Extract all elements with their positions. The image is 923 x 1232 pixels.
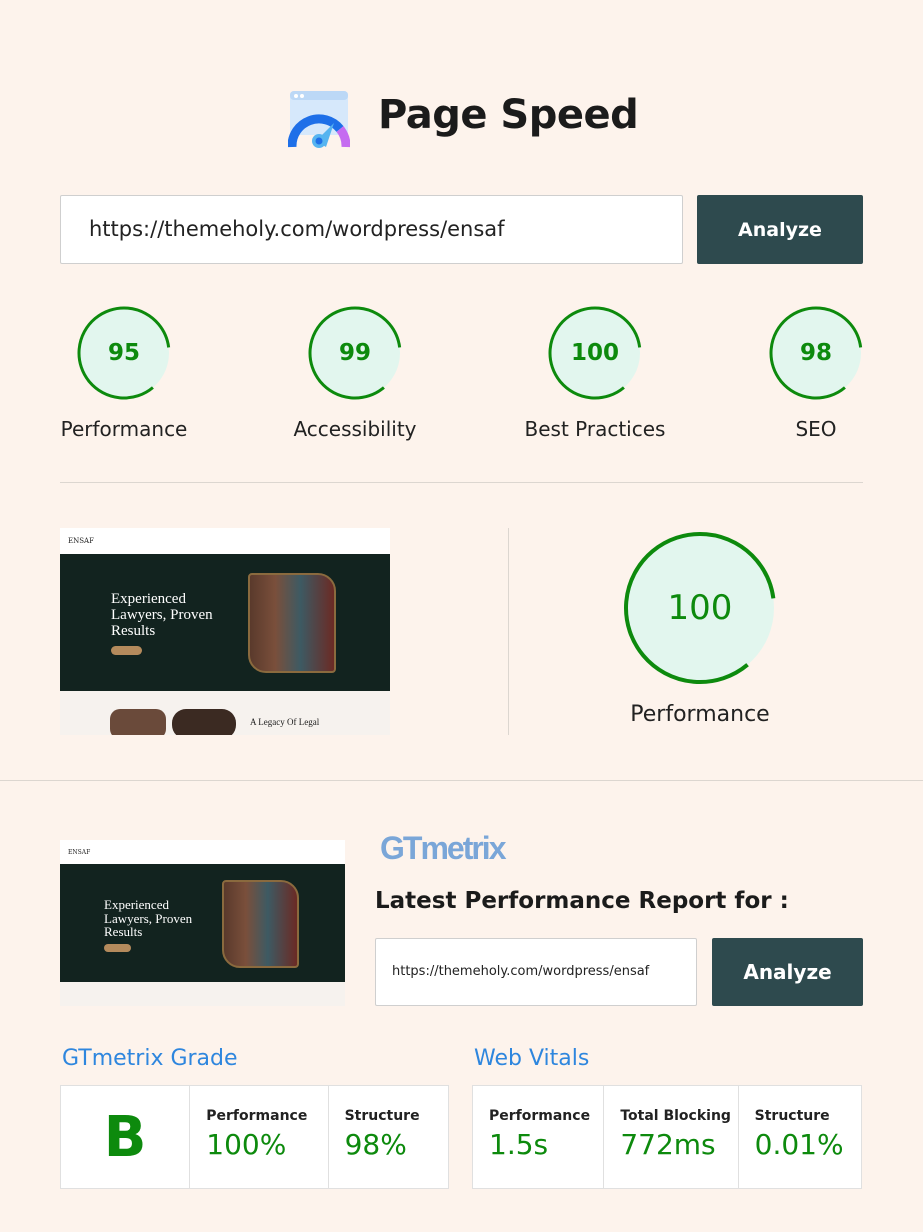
vital-label: Structure bbox=[754, 1108, 830, 1124]
score-value: 98 bbox=[799, 340, 832, 366]
score-gauge: 98 bbox=[768, 305, 864, 401]
preview-headline: Experienced Lawyers, Proven Results bbox=[104, 897, 193, 940]
metric-value: 98% bbox=[344, 1128, 407, 1161]
grade-title: GTmetrix Grade bbox=[62, 1046, 238, 1071]
website-preview-screenshot: ENSAF Experienced Lawyers, Proven Result… bbox=[60, 528, 390, 735]
vertical-divider bbox=[508, 528, 509, 735]
score-gauge: 99 bbox=[307, 305, 403, 401]
score-label: Best Practices bbox=[524, 417, 666, 441]
speedometer-browser-icon bbox=[287, 89, 351, 151]
url-input[interactable]: https://themeholy.com/wordpress/ensaf bbox=[60, 195, 683, 264]
main-performance-gauge: 100 bbox=[622, 530, 778, 686]
gtmetrix-url-input[interactable]: https://themeholy.com/wordpress/ensaf bbox=[375, 938, 697, 1006]
metric-value: 100% bbox=[206, 1128, 287, 1161]
page-title: Page Speed bbox=[378, 92, 639, 138]
main-score-label: Performance bbox=[630, 702, 770, 727]
score-gauge: 100 bbox=[547, 305, 643, 401]
preview-headline: Experienced Lawyers, Proven Results bbox=[111, 591, 213, 639]
metric-label: Performance bbox=[206, 1108, 308, 1124]
report-title: Latest Performance Report for : bbox=[375, 888, 789, 914]
gtmetrix-preview-screenshot: ENSAF Experienced Lawyers, Proven Result… bbox=[60, 840, 345, 1006]
score-value: 95 bbox=[107, 340, 140, 366]
gtmetrix-logo: GTmetrix bbox=[380, 830, 506, 866]
score-label: Accessibility bbox=[293, 417, 417, 441]
score-value: 99 bbox=[338, 340, 371, 366]
analyze-button[interactable]: Analyze bbox=[697, 195, 863, 264]
score-label: Performance bbox=[60, 417, 188, 441]
score-label: SEO bbox=[795, 417, 837, 441]
score-value: 100 bbox=[570, 340, 619, 366]
vital-label: Performance bbox=[489, 1108, 591, 1124]
vital-value: 772ms bbox=[620, 1128, 716, 1161]
vital-value: 0.01% bbox=[754, 1128, 844, 1161]
grade-card: B Performance 100% Structure 98% bbox=[60, 1085, 449, 1189]
main-score-value: 100 bbox=[667, 588, 733, 628]
vitals-card: Performance 1.5s Total Blocking 772ms Stru… bbox=[472, 1085, 862, 1189]
vitals-title: Web Vitals bbox=[474, 1046, 590, 1071]
preview-logo: ENSAF bbox=[68, 848, 91, 856]
metric-label: Structure bbox=[344, 1108, 420, 1124]
vital-value: 1.5s bbox=[489, 1128, 549, 1161]
section-divider bbox=[0, 780, 923, 781]
grade-letter: B bbox=[103, 1104, 147, 1170]
score-gauge: 95 bbox=[76, 305, 172, 401]
gtmetrix-analyze-button[interactable]: Analyze bbox=[712, 938, 863, 1006]
preview-logo: ENSAF bbox=[68, 537, 94, 545]
divider bbox=[60, 482, 863, 483]
preview-section-title: A Legacy Of Legal bbox=[250, 717, 320, 727]
vital-label: Total Blocking bbox=[620, 1108, 731, 1124]
